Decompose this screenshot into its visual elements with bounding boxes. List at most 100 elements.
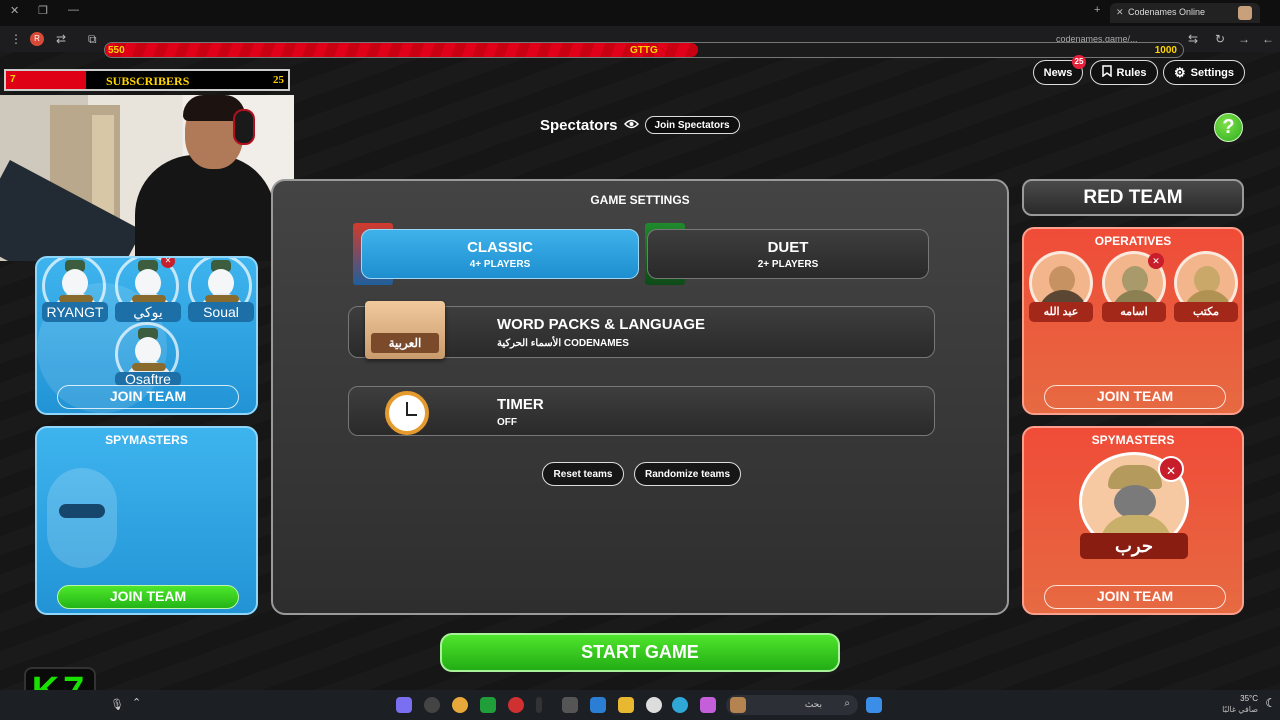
spectators-title: Spectators	[540, 116, 618, 134]
webcam-overlay	[0, 95, 294, 261]
spectators-section: Spectators Join Spectators	[540, 116, 740, 134]
classic-mode-button[interactable]: CLASSIC 4+ PLAYERS	[361, 229, 639, 279]
edge-icon[interactable]	[672, 697, 688, 713]
red-operative-name-1: عبد الله	[1029, 302, 1093, 322]
news-badge: 25	[1072, 55, 1086, 69]
discord-icon[interactable]	[396, 697, 412, 713]
join-blue-spymasters-button[interactable]: JOIN TEAM	[57, 585, 239, 609]
help-button[interactable]: ?	[1214, 113, 1243, 142]
minimize-window-icon[interactable]: —	[68, 4, 79, 16]
stream-goal-fill	[105, 43, 698, 57]
stream-goal-label: GTTG	[630, 45, 658, 56]
operative-name-1: RYANGT	[42, 302, 108, 322]
operative-name-2: يوكي	[115, 302, 181, 322]
join-red-spymasters-button[interactable]: JOIN TEAM	[1044, 585, 1226, 609]
operative-name-3: Soual	[188, 302, 254, 322]
stopwatch-icon	[385, 391, 429, 435]
red-spymasters-title: SPYMASTERS	[1091, 433, 1175, 447]
word-packs-title: WORD PACKS & LANGUAGE	[497, 316, 706, 333]
subscriber-count: 7	[10, 74, 16, 85]
disconnected-icon: ✕	[161, 258, 175, 268]
start-game-button[interactable]: START GAME	[440, 633, 840, 672]
news-label: News	[1043, 66, 1073, 79]
settings-button[interactable]: ⚙ Settings	[1163, 60, 1245, 85]
blue-spymasters-card: SPYMASTERS JOIN TEAM	[35, 426, 258, 615]
close-tab-icon[interactable]: ✕	[1116, 7, 1124, 18]
classic-subtitle: 4+ PLAYERS	[469, 259, 531, 270]
word-packs-subtitle: الأسماء الحركية CODENAMES	[497, 338, 629, 349]
blue-spymasters-title: SPYMASTERS	[105, 433, 188, 447]
mail-icon[interactable]	[590, 697, 606, 713]
red-spymaster-name: حرب	[1080, 533, 1188, 559]
reset-teams-button[interactable]: Reset teams	[542, 462, 624, 486]
copilot-icon[interactable]	[700, 697, 716, 713]
weather-temp: 35°C	[1240, 694, 1258, 703]
duet-subtitle: 2+ PLAYERS	[757, 259, 819, 270]
settings-app-icon[interactable]	[562, 697, 578, 713]
disconnected-icon: ✕	[1158, 456, 1184, 482]
chrome-icon[interactable]	[452, 697, 468, 713]
tune-icon[interactable]: ⇆	[1188, 32, 1198, 46]
gear-icon: ⚙	[1173, 64, 1186, 80]
red-team-title: RED TEAM	[1022, 179, 1244, 216]
sliders-icon[interactable]: ⇄	[56, 32, 66, 46]
close-window-icon[interactable]: ✕	[10, 4, 19, 17]
classic-title: CLASSIC	[467, 239, 533, 256]
search-highlight-icon	[730, 697, 746, 713]
streamer-shirt	[135, 155, 275, 261]
duet-title: DUET	[767, 239, 809, 256]
stream-goal-bar: 550 GTTG 1000	[104, 42, 1184, 58]
red-operative-name-2: اسامه	[1102, 302, 1166, 322]
reload-icon[interactable]: ↻	[1215, 32, 1225, 46]
word-packs-button[interactable]: العربية WORD PACKS & LANGUAGE الأسماء ال…	[348, 301, 935, 359]
stream-goal-target: 1000	[1154, 45, 1177, 56]
forward-icon[interactable]: →	[1238, 32, 1250, 46]
weather-icon: ☾	[1265, 696, 1276, 710]
blue-operatives-card: RYANGT ✕ يوكي Soual Osaftre JOIN TEAM	[35, 256, 258, 415]
blue-spymaster-illustration	[47, 468, 117, 568]
red-operatives-title: OPERATIVES	[1094, 234, 1172, 248]
news-button[interactable]: News 25	[1033, 55, 1086, 85]
microphone-icon[interactable]: 🎙	[110, 698, 124, 711]
chevron-up-icon[interactable]: ⌃	[132, 696, 141, 709]
red-operatives-card: OPERATIVES عبد الله ✕ اسامه مكتب JOIN TE…	[1022, 227, 1244, 415]
taskbar-search[interactable]: بحث ⌕	[726, 695, 858, 715]
opera-icon[interactable]	[508, 697, 524, 713]
join-red-operatives-button[interactable]: JOIN TEAM	[1044, 385, 1226, 409]
subscriber-label: SUBSCRIBERS	[106, 74, 190, 88]
xbox-icon[interactable]	[480, 697, 496, 713]
bookmark-icon	[1101, 65, 1112, 80]
game-settings-title: GAME SETTINGS	[590, 193, 690, 207]
extension-icon[interactable]: R	[30, 32, 44, 46]
rules-button[interactable]: Rules	[1090, 60, 1158, 85]
duet-mode-button[interactable]: DUET 2+ PLAYERS	[647, 229, 929, 279]
menu-icon[interactable]: ⋮	[10, 32, 22, 46]
restore-window-icon[interactable]: ❐	[38, 4, 48, 17]
google-icon[interactable]	[646, 697, 662, 713]
back-icon[interactable]: ←	[1262, 32, 1274, 46]
red-operative-name-3: مكتب	[1174, 302, 1238, 322]
settings-label: Settings	[1190, 66, 1235, 79]
timer-button[interactable]: TIMER OFF	[348, 386, 935, 436]
new-tab-icon[interactable]: +	[1094, 4, 1100, 16]
operative-name-4: Osaftre	[115, 372, 181, 386]
screen: ✕ ❐ — + ✕ Codenames Online ⋮ R ⇄ ⧉ coden…	[0, 0, 1280, 720]
weather-desc: صافي غالبًا	[1222, 705, 1258, 714]
search-placeholder: بحث	[804, 699, 822, 709]
join-blue-operatives-button[interactable]: JOIN TEAM	[57, 385, 239, 409]
app-icon[interactable]	[536, 697, 542, 713]
game-settings-panel: GAME SETTINGS CLASSIC 4+ PLAYERS DUET 2+…	[271, 179, 1009, 615]
tab-title: Codenames Online	[1128, 7, 1206, 17]
obs-icon[interactable]	[424, 697, 440, 713]
join-spectators-button[interactable]: Join Spectators	[644, 116, 740, 134]
folder-icon[interactable]	[618, 697, 634, 713]
randomize-teams-button[interactable]: Randomize teams	[634, 462, 741, 486]
profile-avatar[interactable]	[1238, 6, 1252, 20]
sunglasses-icon	[59, 504, 105, 518]
start-icon[interactable]	[866, 697, 882, 713]
subscriber-goal: 25	[273, 74, 284, 86]
streamer-headset	[233, 109, 255, 145]
timer-subtitle: OFF	[497, 417, 517, 428]
screenshot-icon[interactable]: ⧉	[88, 32, 97, 47]
rules-label: Rules	[1116, 66, 1147, 79]
